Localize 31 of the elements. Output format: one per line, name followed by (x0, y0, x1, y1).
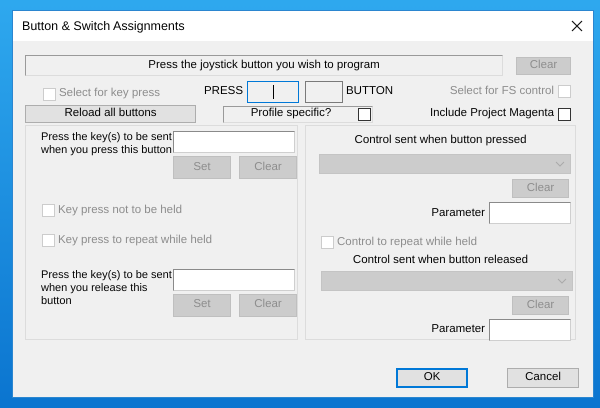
ok-button[interactable]: OK (396, 368, 468, 388)
input-field[interactable] (489, 202, 571, 224)
reload-button[interactable]: Reload all buttons (25, 105, 196, 123)
checkbox[interactable] (358, 108, 371, 120)
close-icon[interactable] (571, 20, 583, 32)
checkbox-label: Select for FS control (450, 84, 554, 99)
parameter-label: Parameter (431, 206, 485, 221)
instruction-text: Press the key(s) to be sent when you press this button (41, 131, 173, 158)
input-field[interactable] (247, 80, 299, 102)
press-label: PRESS (204, 84, 243, 99)
section-title: Control sent when button released (352, 252, 530, 268)
instruction-text: Press the key(s) to be sent when you release this button (41, 268, 173, 308)
chevron-down-icon (557, 278, 567, 284)
prompt-bar: Press the joystick button you wish to program (25, 55, 503, 76)
input-field[interactable] (489, 318, 571, 341)
checkbox-label: Control to repeat while held (337, 235, 477, 250)
checkbox-label: Key press not to be held (58, 203, 182, 218)
checkbox-label: Key press to repeat while held (58, 233, 212, 248)
input-field[interactable] (305, 80, 343, 102)
checkbox-label: Profile specific? (250, 106, 332, 122)
button-label: BUTTON (346, 84, 394, 99)
checkbox-label: Select for key press (59, 86, 160, 102)
chevron-down-icon (555, 161, 565, 168)
input-field[interactable] (173, 131, 295, 153)
checkbox[interactable] (558, 108, 571, 120)
input-field[interactable] (173, 268, 295, 290)
section-title: Control sent when button pressed (354, 133, 528, 148)
window-title: Button & Switch Assignments (22, 18, 185, 35)
parameter-label: Parameter (431, 322, 485, 338)
cancel-button[interactable]: Cancel (507, 368, 579, 388)
checkbox-label: Include Project Magenta (430, 106, 554, 122)
